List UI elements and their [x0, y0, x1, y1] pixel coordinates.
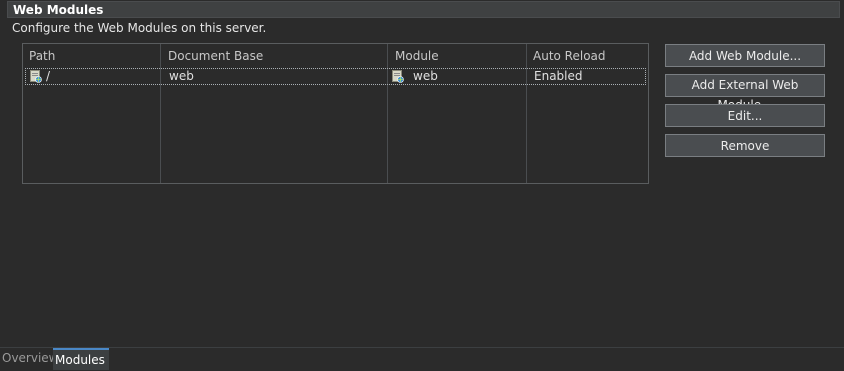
column-header-path[interactable]: Path: [29, 48, 55, 64]
web-module-icon: [392, 70, 404, 83]
column-header-auto-reload[interactable]: Auto Reload: [533, 48, 606, 64]
remove-button[interactable]: Remove: [665, 134, 825, 157]
cell-auto-reload: Enabled: [534, 69, 583, 83]
column-separator[interactable]: [387, 44, 388, 183]
column-header-document-base[interactable]: Document Base: [168, 48, 263, 64]
add-web-module-button[interactable]: Add Web Module...: [665, 44, 825, 67]
cell-module: web: [413, 69, 438, 83]
column-header-module[interactable]: Module: [395, 48, 439, 64]
cell-document-base: web: [169, 69, 194, 83]
section-description: Configure the Web Modules on this server…: [12, 21, 267, 35]
tab-modules[interactable]: Modules: [53, 348, 109, 370]
edit-button[interactable]: Edit...: [665, 104, 825, 127]
column-separator[interactable]: [526, 44, 527, 183]
tab-overview[interactable]: Overview: [0, 348, 59, 370]
column-separator[interactable]: [160, 44, 161, 183]
section-title: Web Modules: [13, 3, 104, 17]
web-module-icon: [30, 70, 42, 83]
section-header: Web Modules: [7, 1, 840, 18]
add-external-web-module-button[interactable]: Add External Web Module...: [665, 74, 825, 112]
editor-tab-bar: Overview Modules: [0, 347, 844, 371]
web-modules-table[interactable]: Path Document Base Module Auto Reload / …: [22, 43, 649, 184]
table-row[interactable]: / web web Enabled: [25, 68, 646, 85]
cell-path: /: [46, 69, 51, 83]
